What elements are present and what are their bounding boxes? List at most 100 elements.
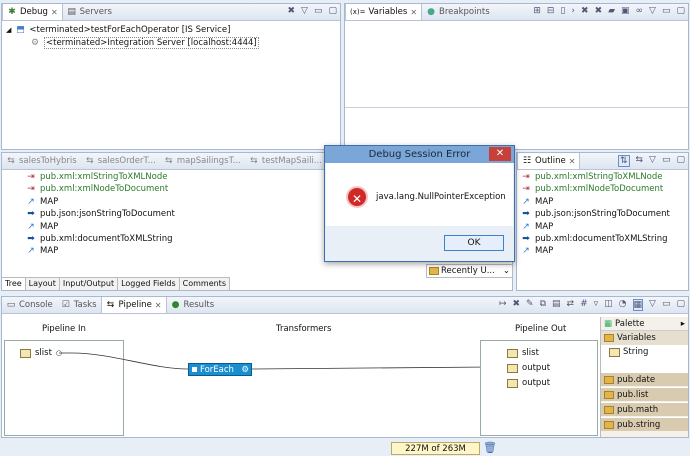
folder-icon	[604, 405, 614, 414]
outline-toolbar: ⇅ ⇆ ▽ ▭ ▢	[617, 155, 685, 167]
outline-step[interactable]: ⇥ pub.xml:xmlNodeToDocument	[521, 184, 663, 194]
string-icon	[507, 378, 518, 388]
tab-input-output[interactable]: Input/Output	[60, 278, 119, 290]
outline-step[interactable]: ↗ MAP	[521, 246, 553, 256]
string-list-icon	[507, 348, 518, 358]
pipeline-out-box	[480, 340, 598, 436]
view-menu-icon[interactable]: ▽	[649, 6, 656, 16]
debug-item-service[interactable]: ◢ ⬒ <terminated>testForEachOperator [IS …	[6, 25, 230, 35]
debug-toolbar: ✖ ▽ ▭ ▢	[288, 6, 338, 16]
close-icon[interactable]: ✕	[410, 8, 417, 17]
variables-divider	[345, 107, 688, 108]
flow-step[interactable]: ⇥ pub.xml:xmlNodeToDocument	[26, 184, 168, 194]
save-icon[interactable]: ▣	[621, 6, 630, 16]
maximize-icon[interactable]: ▢	[676, 155, 685, 167]
flow-step[interactable]: ➡ pub.json:jsonStringToDocument	[26, 209, 175, 219]
string-icon	[507, 363, 518, 373]
minimize-icon[interactable]: ▭	[662, 155, 671, 167]
invoke-icon: ⇥	[27, 184, 35, 195]
outline-step[interactable]: ➡ pub.json:jsonStringToDocument	[521, 209, 670, 219]
tab-layout[interactable]: Layout	[26, 278, 60, 290]
tab-logged-fields[interactable]: Logged Fields	[118, 278, 180, 290]
outline-view: ☷ Outline ✕ ⇅ ⇆ ▽ ▭ ▢ ⇥ pub.xml:xmlStringTo…	[516, 152, 689, 291]
invoke-icon: ➡	[522, 209, 530, 220]
filter-icon[interactable]: ▯	[560, 6, 565, 16]
tab-debug[interactable]: ✱ Debug ✕	[2, 4, 63, 20]
tab-servers[interactable]: ▤ Servers	[63, 4, 116, 20]
tab-map-sailings[interactable]: ⇆ mapSailingsT...	[160, 153, 245, 169]
flow-step[interactable]: ↗ MAP	[26, 222, 58, 232]
folder-icon	[604, 420, 614, 429]
tab-outline[interactable]: ☷ Outline ✕	[517, 153, 581, 169]
pipeline-out-output[interactable]: output	[507, 378, 550, 388]
palette-folder[interactable]: pub.math	[601, 402, 688, 416]
flow-step[interactable]: ➡ pub.xml:documentToXMLString	[26, 234, 172, 244]
variables-tabbar: (x)= Variables ✕ ● Breakpoints ⊞ ⊟ ▯ › ✖ ✖ …	[345, 4, 688, 21]
expand-icon[interactable]: ◢	[6, 26, 11, 34]
open-icon[interactable]: ▰	[608, 6, 615, 16]
recently-used-panel[interactable]: Recently U... ⌄	[426, 264, 513, 278]
link-icon[interactable]: ∞	[636, 6, 644, 16]
collapse-icon[interactable]: ⊟	[547, 6, 555, 16]
minimize-icon[interactable]: ▭	[314, 6, 323, 16]
expand-all-icon[interactable]: ⇆	[636, 155, 644, 167]
outline-step[interactable]: ➡ pub.xml:documentToXMLString	[521, 234, 667, 244]
remove-all-icon[interactable]: ✖	[595, 6, 603, 16]
show-types-icon[interactable]: ⊞	[533, 6, 541, 16]
palette-string[interactable]: String	[601, 345, 688, 359]
tab-tree[interactable]: Tree	[2, 278, 26, 290]
outline-tabbar: ☷ Outline ✕ ⇅ ⇆ ▽ ▭ ▢	[517, 153, 688, 170]
outline-step[interactable]: ↗ MAP	[521, 222, 553, 232]
tab-comments[interactable]: Comments	[180, 278, 230, 290]
map-icon: ↗	[27, 246, 35, 257]
tab-sales-to-hybris[interactable]: ⇆ salesToHybris	[2, 153, 81, 169]
debug-view: ✱ Debug ✕ ▤ Servers ✖ ▽ ▭ ▢ ◢ ⬒ <terminated…	[1, 3, 341, 150]
foreach-transformer[interactable]: ForEach ⚙	[188, 363, 252, 376]
maximize-icon[interactable]: ▢	[676, 6, 685, 16]
status-bar: 227M of 263M 🗑	[0, 440, 690, 456]
outline-step[interactable]: ⇥ pub.xml:xmlStringToXMLNode	[521, 172, 662, 182]
flow-step[interactable]: ↗ MAP	[26, 246, 58, 256]
error-message: java.lang.NullPointerException	[376, 192, 506, 202]
palette: ▦ Palette ▸ Variables String pub.date pub…	[600, 317, 688, 437]
palette-folder[interactable]: pub.string	[601, 417, 688, 431]
tab-sales-order[interactable]: ⇆ salesOrderT...	[81, 153, 160, 169]
close-button[interactable]: ✕	[489, 147, 511, 161]
pipeline-out-slist[interactable]: slist	[507, 348, 539, 358]
map-icon: ↗	[27, 221, 35, 232]
maximize-icon[interactable]: ▢	[328, 6, 337, 16]
pipeline-out-output[interactable]: output	[507, 363, 550, 373]
tab-variables[interactable]: (x)= Variables ✕	[345, 4, 423, 20]
outline-step[interactable]: ↗ MAP	[521, 197, 553, 207]
view-menu-icon[interactable]: ▽	[649, 155, 656, 167]
heap-status[interactable]: 227M of 263M	[391, 442, 480, 455]
tab-breakpoints[interactable]: ● Breakpoints	[422, 4, 494, 20]
debug-item-server[interactable]: ⚙ <terminated>Integration Server [localh…	[30, 37, 259, 49]
close-icon[interactable]: ✕	[51, 8, 58, 17]
breakpoint-icon: ●	[427, 7, 435, 17]
skip-icon[interactable]: ›	[571, 6, 575, 16]
palette-folder[interactable]: pub.date	[601, 372, 688, 386]
chevron-right-icon[interactable]: ▸	[681, 319, 688, 329]
tab-test-map-sailings[interactable]: ⇆ testMapSaili...	[245, 153, 326, 169]
sort-icon[interactable]: ⇅	[617, 155, 630, 167]
palette-variables[interactable]: Variables	[601, 331, 688, 345]
link-in-to-foreach	[59, 352, 189, 370]
flow-step[interactable]: ⇥ pub.xml:xmlStringToXMLNode	[26, 172, 167, 182]
chevron-down-icon[interactable]: ⌄	[503, 266, 512, 276]
view-menu-icon[interactable]: ▽	[301, 6, 308, 16]
ok-button[interactable]: OK	[444, 235, 504, 251]
bug-icon: ✱	[8, 7, 16, 17]
folder-icon	[429, 267, 439, 275]
gear-icon[interactable]: ⚙	[241, 365, 251, 375]
flow-step[interactable]: ↗ MAP	[26, 197, 58, 207]
trash-icon[interactable]: 🗑	[483, 441, 497, 454]
minimize-icon[interactable]: ▭	[662, 6, 671, 16]
palette-folder[interactable]: pub.list	[601, 387, 688, 401]
remove-icon[interactable]: ✖	[581, 6, 589, 16]
debug-session-error-dialog: Debug Session Error ✕ ✕ java.lang.NullPo…	[324, 145, 515, 262]
close-icon[interactable]: ✕	[569, 157, 576, 166]
flow-icon: ⇆	[7, 156, 15, 166]
palette-icon: ▦	[604, 318, 613, 329]
remove-terminated-icon[interactable]: ✖	[288, 6, 296, 16]
